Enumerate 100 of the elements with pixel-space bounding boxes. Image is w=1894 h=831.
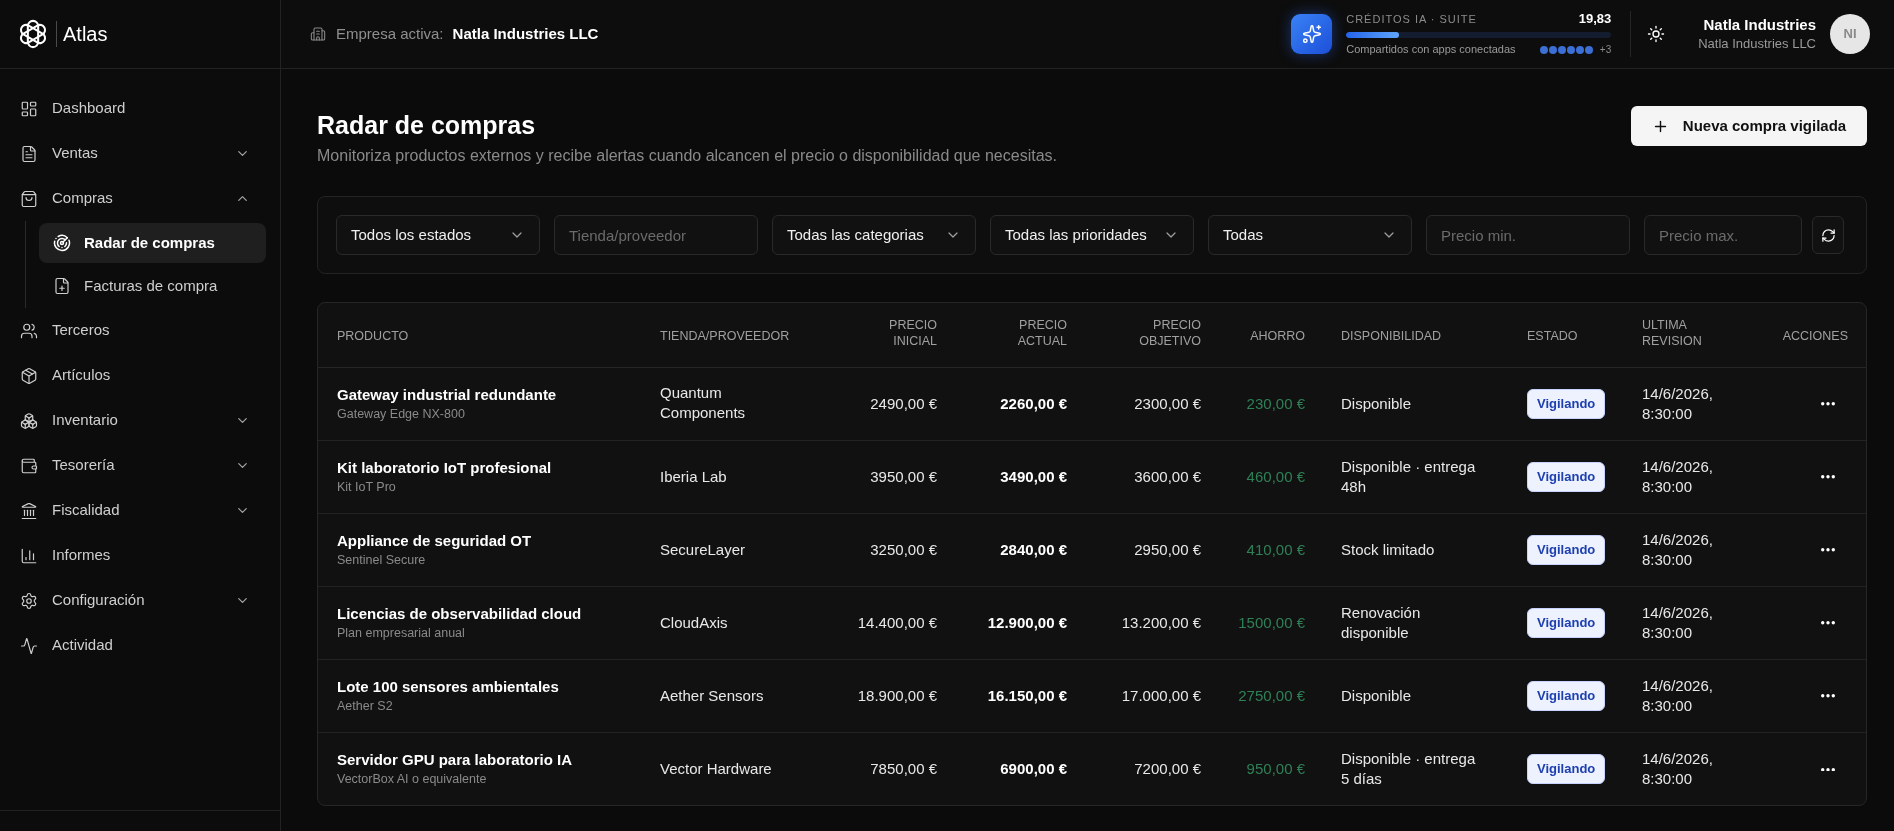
ellipsis-icon [1821, 621, 1835, 625]
store-name: Quantum Components [660, 382, 747, 423]
nav-item[interactable]: Compras [12, 176, 268, 221]
sun-icon[interactable] [1647, 25, 1666, 43]
column-header: ACCIONES [1782, 328, 1848, 343]
building-icon [310, 26, 326, 42]
current-price: 12.900,00 € [987, 613, 1067, 631]
savings-amount: 1500,00 € [1238, 613, 1305, 631]
target-price: 13.200,00 € [1121, 613, 1201, 631]
column-header: PRECIO ACTUAL [1017, 317, 1067, 350]
app-name: Atlas [63, 22, 108, 47]
nav-item[interactable]: Artículos [12, 353, 268, 398]
product-name: Gateway industrial redundante [337, 384, 558, 405]
status-badge: Vigilando [1527, 388, 1606, 419]
filter-select[interactable]: Todas las prioridades [990, 215, 1194, 255]
package-icon [20, 366, 38, 385]
column-header: PRODUCTO [337, 328, 409, 343]
nav-item[interactable]: Ventas [12, 131, 268, 176]
column-header: PRECIO OBJETIVO [1139, 317, 1201, 350]
savings-amount: 460,00 € [1246, 467, 1305, 485]
company-label: Empresa activa: [336, 23, 444, 44]
savings-amount: 410,00 € [1246, 540, 1305, 558]
radar-icon [53, 234, 71, 252]
ai-sparkles-icon[interactable] [1291, 14, 1333, 54]
filter-select[interactable]: Todas [1208, 215, 1412, 255]
savings-amount: 950,00 € [1246, 759, 1305, 777]
target-price: 3600,00 € [1134, 467, 1201, 485]
new-watch-button[interactable]: Nueva compra vigilada [1631, 106, 1867, 146]
company-name: Natla Industries LLC [452, 23, 599, 44]
store-name: Aether Sensors [660, 685, 765, 706]
nav-item[interactable]: Configuración [12, 578, 268, 623]
column-header: DISPONIBILIDAD [1341, 328, 1442, 343]
product-model: Sentinel Secure [337, 551, 427, 569]
page-title: Radar de compras [317, 110, 537, 141]
nav-item[interactable]: Informes [12, 533, 268, 578]
current-price: 16.150,00 € [987, 686, 1067, 704]
bank-icon [20, 501, 38, 520]
filter-input-field[interactable]: Tienda/proveedor [554, 215, 758, 255]
nav-subitem[interactable]: Radar de compras [39, 223, 266, 263]
dashboard-icon [20, 99, 38, 118]
nav-item[interactable]: Fiscalidad [12, 488, 268, 533]
initial-price: 3950,00 € [870, 467, 937, 485]
store-name: CloudAxis [660, 612, 729, 633]
product-name: Kit laboratorio IoT profesional [337, 457, 553, 478]
availability-text: Disponible · entrega 5 días [1341, 748, 1477, 789]
product-model: Gateway Edge NX-800 [337, 405, 466, 423]
initial-price: 3250,00 € [870, 540, 937, 558]
initial-price: 18.900,00 € [857, 686, 937, 704]
last-revision-date: 14/6/2026, 8:30:00 [1642, 602, 1714, 643]
availability-text: Disponible · entrega 48h [1341, 456, 1477, 497]
ellipsis-icon [1821, 548, 1835, 552]
product-name: Appliance de seguridad OT [337, 530, 533, 551]
store-name: Iberia Lab [660, 466, 728, 487]
last-revision-date: 14/6/2026, 8:30:00 [1642, 456, 1714, 497]
nav-item[interactable]: Tesorería [12, 443, 268, 488]
product-model: VectorBox AI o equivalente [337, 770, 488, 788]
target-price: 2300,00 € [1134, 394, 1201, 412]
status-badge: Vigilando [1527, 607, 1606, 638]
column-header: PRECIO INICIAL [889, 317, 937, 350]
current-price: 6900,00 € [1000, 759, 1067, 777]
logo-icon [18, 19, 48, 49]
nav-item[interactable]: Dashboard [12, 86, 268, 131]
availability-text: Renovación disponible [1341, 602, 1422, 643]
nav-item[interactable]: Terceros [12, 308, 268, 353]
column-header: TIENDA/PROVEEDOR [660, 328, 790, 343]
current-price: 3490,00 € [1000, 467, 1067, 485]
store-name: Vector Hardware [660, 758, 773, 779]
user-company: Natla Industries LLC [1698, 35, 1816, 53]
extra-apps-count: +3 [1599, 43, 1612, 57]
status-badge: Vigilando [1527, 534, 1606, 565]
credits-title: CRÉDITOS IA · SUITE [1346, 11, 1477, 27]
ellipsis-icon [1821, 402, 1835, 406]
product-model: Plan empresarial anual [337, 624, 466, 642]
filter-input-field[interactable]: Precio min. [1426, 215, 1630, 255]
filter-select[interactable]: Todos los estados [336, 215, 540, 255]
current-price: 2260,00 € [1000, 394, 1067, 412]
current-price: 2840,00 € [1000, 540, 1067, 558]
nav-item[interactable]: Actividad [12, 623, 268, 668]
initial-price: 14.400,00 € [857, 613, 937, 631]
target-price: 7200,00 € [1134, 759, 1201, 777]
last-revision-date: 14/6/2026, 8:30:00 [1642, 529, 1714, 570]
availability-text: Stock limitado [1341, 539, 1436, 560]
filter-select[interactable]: Todas las categorias [772, 215, 976, 255]
savings-amount: 2750,00 € [1238, 686, 1305, 704]
product-name: Licencias de observabilidad cloud [337, 603, 583, 624]
file-plus-icon [53, 277, 71, 295]
settings-icon [20, 591, 38, 610]
refresh-button[interactable] [1812, 216, 1844, 254]
product-name: Lote 100 sensores ambientales [337, 676, 560, 697]
product-model: Aether S2 [337, 697, 394, 715]
nav-subitem[interactable]: Facturas de compra [39, 266, 266, 306]
page-subtitle: Monitoriza productos externos y recibe alertas cuando alcancen el precio o disponibilidad que necesitas. [317, 146, 1057, 166]
filter-input-field[interactable]: Precio max. [1644, 215, 1802, 255]
product-name: Servidor GPU para laboratorio IA [337, 749, 574, 770]
document-icon [20, 144, 38, 163]
activity-icon [20, 636, 38, 655]
shopping-bag-icon [20, 189, 38, 208]
credits-amount: 19,83 [1578, 10, 1612, 29]
nav-item[interactable]: Inventario [12, 398, 268, 443]
credits-caption: Compartidos con apps conectadas [1346, 42, 1516, 58]
